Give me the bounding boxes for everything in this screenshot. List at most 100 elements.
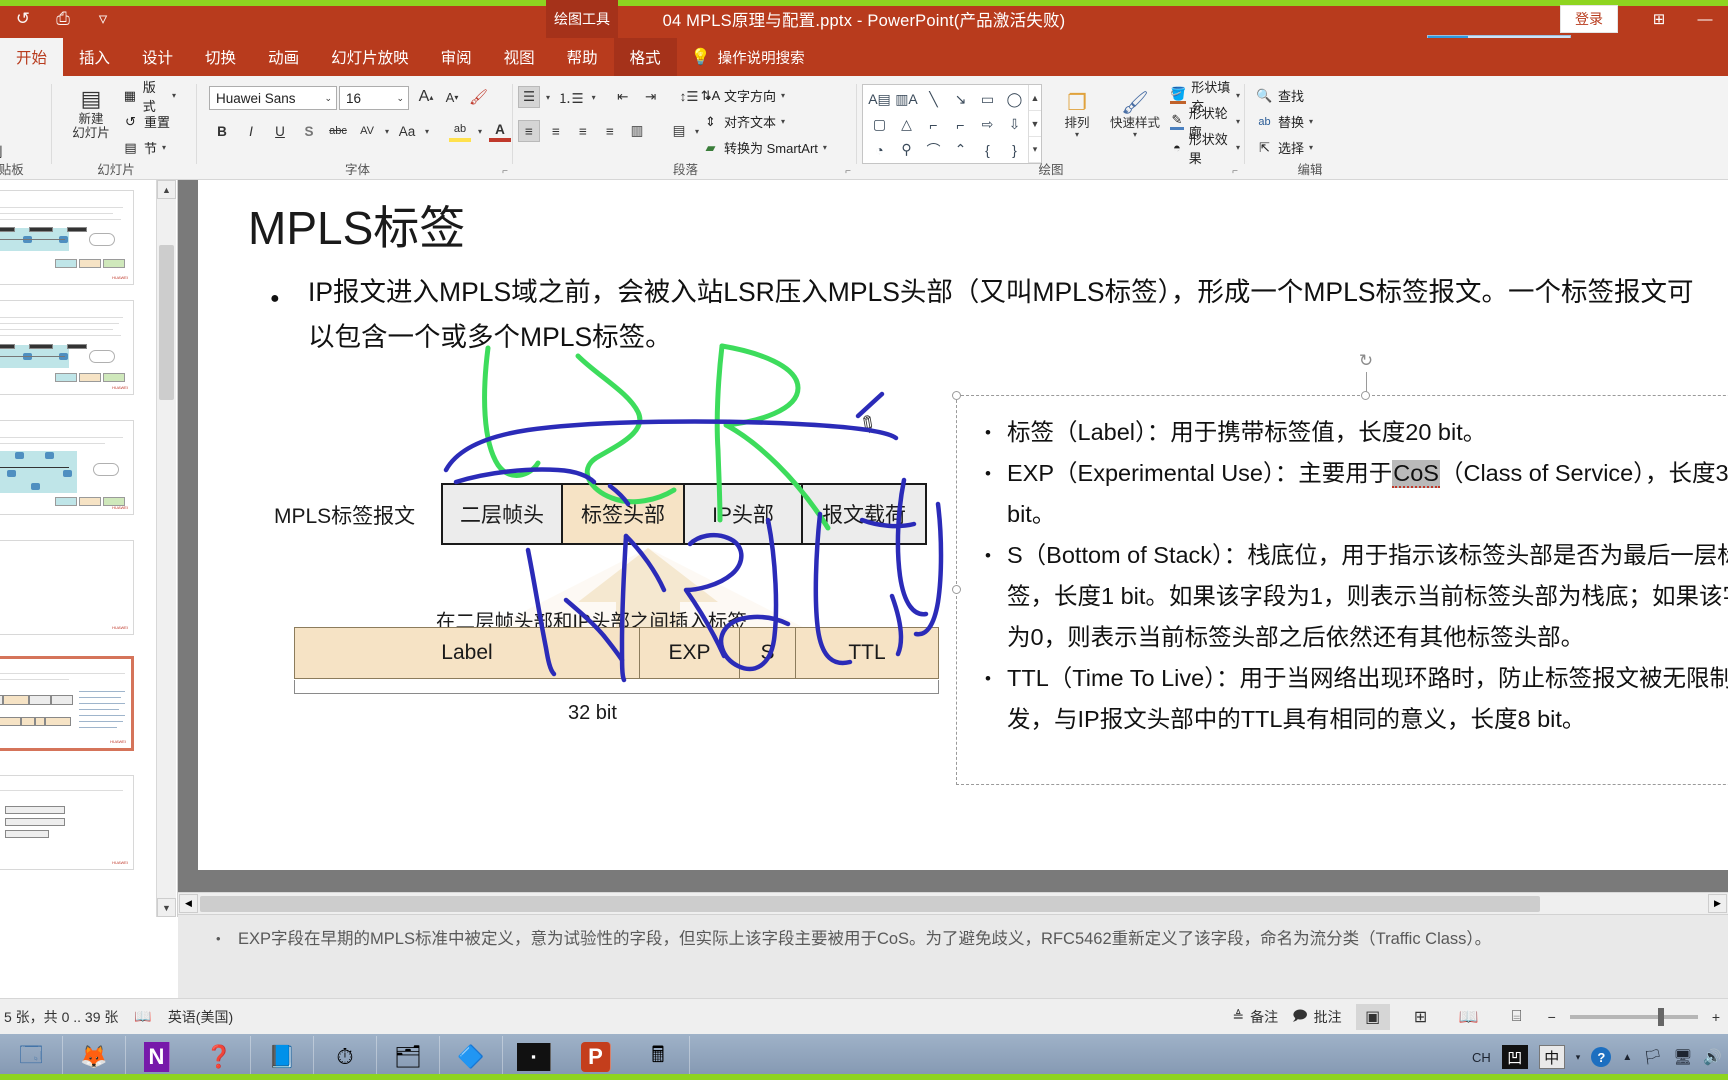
font-dialog-launcher[interactable]: ⌐ — [502, 166, 508, 177]
shape-textbox-icon[interactable]: A▤ — [866, 87, 893, 112]
spellcheck-icon[interactable]: 📖 — [134, 1008, 151, 1025]
shapes-gallery[interactable]: A▤ ▥A ╲ ↘ ▭ ◯ ▢ △ ⌐ ⌐ ⇨ ⇩ ◔ ⚲ ⌒ ⌃ {} ▲ … — [862, 84, 1042, 164]
zoom-slider[interactable] — [1569, 1007, 1698, 1026]
shape-line-icon[interactable]: ╲ — [920, 87, 947, 112]
rotate-handle-icon[interactable]: ↻ — [1355, 350, 1377, 372]
zoom-out-button[interactable]: − — [1548, 1009, 1556, 1025]
packet-cell-l2-header[interactable]: 二层帧头 — [443, 485, 563, 543]
tab-slideshow[interactable]: 幻灯片放映 — [315, 38, 425, 76]
decrease-font-size-button[interactable]: A ▾ — [441, 86, 463, 108]
language-label[interactable]: 英语(美国) — [168, 1007, 233, 1027]
shape-effects-button[interactable]: ◓ 形状效果 ▾ — [1170, 132, 1240, 166]
tab-transitions[interactable]: 切换 — [189, 38, 252, 76]
reading-view-button[interactable]: 📖 — [1452, 1004, 1486, 1030]
increase-indent-button[interactable]: ⇥ — [640, 86, 662, 108]
resize-handle-middle-left[interactable] — [952, 585, 961, 594]
taskbar-app-firefox[interactable]: 🦊 — [63, 1036, 126, 1078]
ime-chinese-icon[interactable]: 中 — [1538, 1045, 1565, 1069]
shape-ellipse-icon[interactable]: ◯ — [1001, 87, 1028, 112]
shape-elbow-connector-icon[interactable]: ⌐ — [920, 112, 947, 137]
taskbar-app-terminal[interactable]: ▪ — [517, 1043, 551, 1071]
comments-toggle-button[interactable]: 🗩 批注 — [1292, 1005, 1342, 1029]
tab-animations[interactable]: 动画 — [252, 38, 315, 76]
highlight-caret-icon[interactable]: ▾ — [478, 127, 482, 136]
taskbar-app-help[interactable]: ❓ — [188, 1036, 251, 1078]
resize-handle-top-center[interactable] — [1361, 391, 1370, 400]
shapes-gallery-scrollbar[interactable]: ▲ ▼ ▾ — [1028, 85, 1041, 163]
chevron-down-icon[interactable]: ▾ — [1576, 1052, 1581, 1063]
horizontal-scroll-thumb[interactable] — [200, 896, 1540, 912]
packet-cell-ip-header[interactable]: IP头部 — [685, 485, 803, 543]
quick-styles-caret-icon[interactable]: ▾ — [1133, 130, 1137, 139]
slide-sorter-view-button[interactable]: ⊞ — [1404, 1004, 1438, 1030]
label-header-bit-row[interactable]: Label EXP S TTL — [294, 627, 939, 679]
tab-format[interactable]: 格式 — [613, 38, 677, 76]
tab-view[interactable]: 视图 — [488, 38, 551, 76]
replace-button[interactable]: ab 替换 ▾ — [1256, 110, 1313, 133]
bullets-caret-icon[interactable]: ▾ — [546, 93, 550, 102]
line-spacing-button[interactable]: ↕☰ — [678, 86, 701, 108]
tab-home[interactable]: 开始 — [0, 38, 64, 76]
new-slide-button[interactable]: ▤ 新建 幻灯片 — [62, 82, 120, 140]
ribbon-display-options-icon[interactable]: ⊞ — [1636, 0, 1682, 38]
slide-thumbnail-pane[interactable]: LSR分类 HUAWEI FEC — [0, 180, 178, 917]
zoom-in-button[interactable]: + — [1712, 1009, 1720, 1025]
taskbar-app-calculator[interactable]: 🖩 — [627, 1036, 690, 1078]
text-highlight-color-button[interactable]: ab — [449, 120, 472, 142]
packet-cell-label-header[interactable]: 标签头部 — [563, 485, 685, 543]
shapes-scroll-up-icon[interactable]: ▲ — [1029, 85, 1041, 111]
font-size-combobox[interactable]: 16 ⌄ — [339, 86, 409, 110]
character-spacing-button[interactable]: AV — [356, 120, 378, 142]
change-case-button[interactable]: Aa — [396, 120, 418, 142]
layout-button[interactable]: ▦ 版式 ▾ — [122, 80, 176, 114]
zoom-slider-thumb[interactable] — [1657, 1007, 1664, 1026]
thumbnail-scrollbar[interactable]: ▲ ▼ — [156, 180, 176, 917]
convert-smartart-button[interactable]: ▰ 转换为 SmartArt ▾ — [702, 136, 827, 159]
character-spacing-caret-icon[interactable]: ▾ — [385, 127, 389, 136]
slide-body-paragraph[interactable]: ● IP报文进入MPLS域之前，会被入站LSR压入MPLS头部（又叫MPLS标签… — [256, 270, 1706, 360]
underline-button[interactable]: U — [269, 120, 291, 142]
columns-caret-icon[interactable]: ▾ — [695, 127, 699, 136]
bit-field-label[interactable]: Label — [295, 628, 640, 678]
shape-triangle-icon[interactable]: △ — [893, 112, 920, 137]
bullets-button[interactable]: ☰ — [518, 86, 540, 108]
shape-elbow-arrow-icon[interactable]: ⌐ — [947, 112, 974, 137]
tab-help[interactable]: 帮助 — [551, 38, 614, 76]
thumbnail-scroll-down-icon[interactable]: ▼ — [157, 898, 176, 917]
shape-rectangle-icon[interactable]: ▭ — [974, 87, 1001, 112]
selected-text-box[interactable]: ↻ • 标签（Label）：用于携带标签值，长度20 bit。 • EXP（Ex… — [952, 351, 1728, 785]
section-button[interactable]: ▤ 节 ▾ — [122, 136, 166, 159]
tab-design[interactable]: 设计 — [126, 38, 189, 76]
increase-font-size-button[interactable]: A ▴ — [415, 86, 437, 108]
shape-arrow-icon[interactable]: ↘ — [947, 87, 974, 112]
tell-me-search[interactable]: 💡 操作说明搜索 — [677, 38, 805, 76]
thumbnail-scroll-thumb[interactable] — [159, 245, 174, 400]
drawing-dialog-launcher[interactable]: ⌐ — [1232, 166, 1238, 177]
minimize-window-icon[interactable]: — — [1682, 0, 1728, 38]
numbering-button[interactable]: ⒈☰ — [556, 86, 586, 108]
thumbnail-slide-5[interactable]: HUAWEI — [0, 656, 134, 751]
text-shadow-button[interactable]: S — [298, 120, 320, 142]
taskbar-app-wireshark[interactable]: 🔷 — [440, 1036, 503, 1078]
show-hidden-icons-icon[interactable]: ▲ — [1622, 1052, 1632, 1063]
thumbnail-slide-2[interactable]: FEC HUAWEI — [0, 300, 134, 395]
ime-mode-icon[interactable]: 凹 — [1501, 1045, 1528, 1069]
notes-toggle-button[interactable]: ≜ 备注 — [1232, 1007, 1278, 1027]
taskbar-app-recorder[interactable]: ⏱ — [314, 1036, 377, 1078]
thumbnail-slide-4[interactable]: HUAWEI — [0, 540, 134, 635]
bit-field-s[interactable]: S — [740, 628, 796, 678]
change-case-caret-icon[interactable]: ▾ — [425, 127, 429, 136]
scroll-left-icon[interactable]: ◀ — [179, 894, 198, 913]
thumbnail-slide-6[interactable]: HUAWEI — [0, 775, 134, 870]
taskbar-app-onenote[interactable]: N — [144, 1042, 170, 1072]
taskbar-app-notes[interactable]: 📘 — [251, 1036, 314, 1078]
taskbar-app-start[interactable]: 🗔 — [0, 1036, 63, 1078]
bold-button[interactable]: B — [211, 120, 233, 142]
reset-button[interactable]: ↺ 重置 — [122, 110, 170, 133]
sign-in-button[interactable]: 登录 — [1560, 5, 1618, 33]
justify-button[interactable]: ≡ — [599, 120, 621, 142]
scroll-right-icon[interactable]: ▶ — [1708, 894, 1727, 913]
horizontal-scrollbar[interactable]: ◀ ▶ — [178, 892, 1728, 914]
taskbar-app-explorer[interactable]: 🗂 — [377, 1036, 440, 1078]
customize-qat-icon[interactable]: ▿ — [90, 6, 116, 32]
